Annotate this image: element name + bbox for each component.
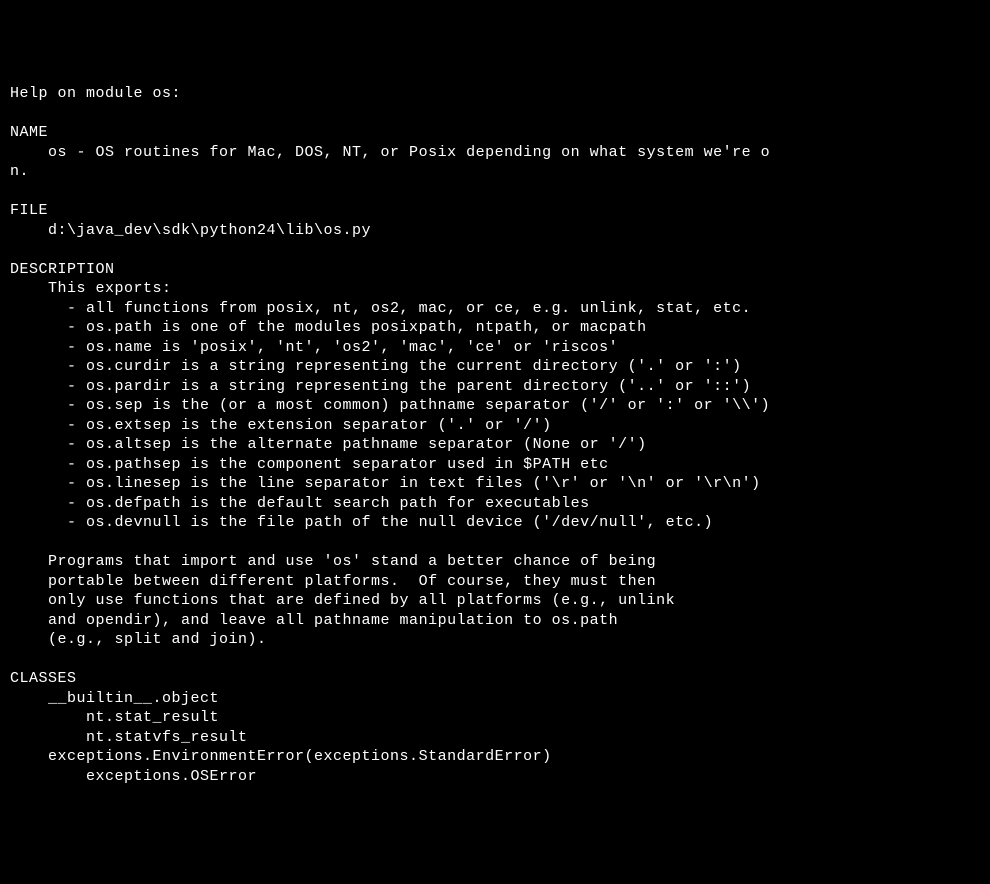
classes-title: CLASSES <box>10 670 77 687</box>
export-line-8: - os.pathsep is the component separator … <box>10 456 609 473</box>
description-paragraph: Programs that import and use 'os' stand … <box>10 553 675 648</box>
name-content: os - OS routines for Mac, DOS, NT, or Po… <box>10 144 770 181</box>
description-title: DESCRIPTION <box>10 261 115 278</box>
file-title: FILE <box>10 202 48 219</box>
export-line-3: - os.curdir is a string representing the… <box>10 358 742 375</box>
export-line-2: - os.name is 'posix', 'nt', 'os2', 'mac'… <box>10 339 618 356</box>
export-line-11: - os.devnull is the file path of the nul… <box>10 514 713 531</box>
export-line-7: - os.altsep is the alternate pathname se… <box>10 436 647 453</box>
name-title: NAME <box>10 124 48 141</box>
description-intro: This exports: <box>10 280 172 297</box>
export-line-0: - all functions from posix, nt, os2, mac… <box>10 300 751 317</box>
export-line-6: - os.extsep is the extension separator (… <box>10 417 552 434</box>
class-line-3: exceptions.EnvironmentError(exceptions.S… <box>10 748 552 765</box>
export-line-10: - os.defpath is the default search path … <box>10 495 590 512</box>
export-line-5: - os.sep is the (or a most common) pathn… <box>10 397 770 414</box>
export-line-1: - os.path is one of the modules posixpat… <box>10 319 647 336</box>
class-line-0: __builtin__.object <box>10 690 219 707</box>
export-line-4: - os.pardir is a string representing the… <box>10 378 751 395</box>
export-line-9: - os.linesep is the line separator in te… <box>10 475 761 492</box>
class-line-1: nt.stat_result <box>10 709 219 726</box>
help-header: Help on module os: <box>10 85 181 102</box>
class-line-2: nt.statvfs_result <box>10 729 248 746</box>
file-content: d:\java_dev\sdk\python24\lib\os.py <box>10 222 371 239</box>
class-line-4: exceptions.OSError <box>10 768 257 785</box>
terminal-output: Help on module os: NAME os - OS routines… <box>10 84 980 786</box>
